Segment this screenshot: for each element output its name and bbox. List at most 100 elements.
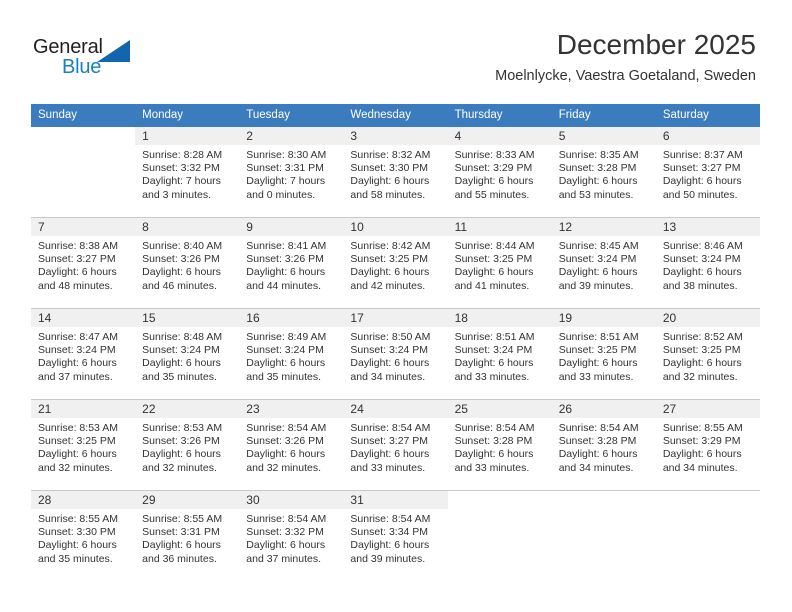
daylight-text-line2: and 34 minutes. xyxy=(558,461,634,474)
calendar-day[interactable]: 18 Sunrise: 8:51 AM Sunset: 3:24 PM Dayligh… xyxy=(447,309,552,398)
calendar-day[interactable]: 12 Sunrise: 8:45 AM Sunset: 3:24 PM Dayligh… xyxy=(551,218,656,307)
day-number: 24 xyxy=(343,400,448,418)
daylight-text-line2: and 42 minutes. xyxy=(350,279,426,292)
day-number: 16 xyxy=(239,309,344,327)
day-sun-info: Sunrise: 8:33 AM Sunset: 3:29 PM Daylight:… xyxy=(448,145,552,202)
sunset-text: Sunset: 3:26 PM xyxy=(246,253,324,266)
calendar-day-cell: 22 Sunrise: 8:53 AM Sunset: 3:26 PM Dayligh… xyxy=(135,400,240,491)
sunset-text: Sunset: 3:26 PM xyxy=(246,435,324,448)
calendar-day[interactable]: 21 Sunrise: 8:53 AM Sunset: 3:25 PM Dayligh… xyxy=(31,400,136,489)
calendar-day[interactable]: 3 Sunrise: 8:32 AM Sunset: 3:30 PM Daylight… xyxy=(343,127,448,216)
sunrise-text: Sunrise: 8:45 AM xyxy=(558,240,639,252)
calendar-day[interactable]: 22 Sunrise: 8:53 AM Sunset: 3:26 PM Dayligh… xyxy=(135,400,240,489)
sunrise-text: Sunrise: 8:53 AM xyxy=(142,422,223,434)
day-sun-info: Sunrise: 8:32 AM Sunset: 3:30 PM Daylight:… xyxy=(343,145,447,202)
sunset-text: Sunset: 3:30 PM xyxy=(38,526,116,539)
calendar-day-cell: 1 Sunrise: 8:28 AM Sunset: 3:32 PM Daylight… xyxy=(135,127,240,218)
calendar-day-cell xyxy=(31,127,135,218)
day-sun-info: Sunrise: 8:54 AM Sunset: 3:34 PM Daylight:… xyxy=(343,509,447,566)
daylight-text-line2: and 35 minutes. xyxy=(142,370,217,383)
calendar-day-cell: 11 Sunrise: 8:44 AM Sunset: 3:25 PM Dayligh… xyxy=(447,218,552,309)
calendar-day[interactable]: 24 Sunrise: 8:54 AM Sunset: 3:27 PM Dayligh… xyxy=(343,400,448,489)
calendar-day[interactable]: 17 Sunrise: 8:50 AM Sunset: 3:24 PM Dayligh… xyxy=(343,309,448,398)
sunrise-text: Sunrise: 8:54 AM xyxy=(350,422,431,434)
sunset-text: Sunset: 3:28 PM xyxy=(558,435,637,448)
daylight-text-line2: and 33 minutes. xyxy=(454,370,530,383)
day-sun-info: Sunrise: 8:47 AM Sunset: 3:24 PM Daylight:… xyxy=(31,327,135,384)
calendar-day[interactable]: 6 Sunrise: 8:37 AM Sunset: 3:27 PM Daylight… xyxy=(655,127,760,216)
calendar-week-row: 14 Sunrise: 8:47 AM Sunset: 3:24 PM Dayligh… xyxy=(31,309,760,400)
calendar-day[interactable]: 11 Sunrise: 8:44 AM Sunset: 3:25 PM Dayligh… xyxy=(447,218,552,307)
calendar-day[interactable]: 26 Sunrise: 8:54 AM Sunset: 3:28 PM Dayligh… xyxy=(551,400,656,489)
calendar-day-cell: 28 Sunrise: 8:55 AM Sunset: 3:30 PM Dayligh… xyxy=(31,491,136,581)
weekday-header-wednesday: Wednesday xyxy=(343,104,448,127)
daylight-text-line2: and 3 minutes. xyxy=(142,188,212,201)
day-number: 11 xyxy=(447,218,552,236)
calendar-day-empty xyxy=(31,127,135,216)
calendar-day[interactable]: 29 Sunrise: 8:55 AM Sunset: 3:31 PM Dayligh… xyxy=(135,491,240,580)
sunrise-text: Sunrise: 8:35 AM xyxy=(558,149,639,161)
sunset-text: Sunset: 3:32 PM xyxy=(246,526,324,539)
sunset-text: Sunset: 3:27 PM xyxy=(350,435,429,448)
sunrise-text: Sunrise: 8:37 AM xyxy=(662,149,743,161)
calendar-day[interactable]: 28 Sunrise: 8:55 AM Sunset: 3:30 PM Dayligh… xyxy=(31,491,136,580)
calendar-day[interactable]: 8 Sunrise: 8:40 AM Sunset: 3:26 PM Daylight… xyxy=(135,218,240,307)
calendar-day[interactable]: 1 Sunrise: 8:28 AM Sunset: 3:32 PM Daylight… xyxy=(135,127,240,216)
daylight-text-line1: Daylight: 6 hours xyxy=(558,266,638,279)
calendar-day[interactable]: 16 Sunrise: 8:49 AM Sunset: 3:24 PM Dayligh… xyxy=(239,309,344,398)
day-sun-info: Sunrise: 8:45 AM Sunset: 3:24 PM Daylight:… xyxy=(552,236,656,293)
day-number: 9 xyxy=(239,218,344,236)
logo-triangle-icon xyxy=(97,40,130,62)
logo-text-blue: Blue xyxy=(62,56,102,78)
daylight-text-line2: and 35 minutes. xyxy=(38,552,113,565)
day-sun-info: Sunrise: 8:44 AM Sunset: 3:25 PM Daylight:… xyxy=(448,236,552,293)
calendar-day[interactable]: 30 Sunrise: 8:54 AM Sunset: 3:32 PM Dayligh… xyxy=(239,491,344,580)
day-number: 5 xyxy=(551,127,656,145)
sunrise-text: Sunrise: 8:55 AM xyxy=(662,422,743,434)
day-number xyxy=(552,491,656,509)
daylight-text-line2: and 32 minutes. xyxy=(246,461,321,474)
daylight-text-line2: and 41 minutes. xyxy=(454,279,530,292)
calendar-day-cell: 25 Sunrise: 8:54 AM Sunset: 3:28 PM Dayligh… xyxy=(447,400,552,491)
calendar-day[interactable]: 9 Sunrise: 8:41 AM Sunset: 3:26 PM Daylight… xyxy=(239,218,344,307)
calendar-day-cell: 6 Sunrise: 8:37 AM Sunset: 3:27 PM Daylight… xyxy=(655,127,760,218)
day-number: 3 xyxy=(343,127,448,145)
calendar-day[interactable]: 13 Sunrise: 8:46 AM Sunset: 3:24 PM Dayligh… xyxy=(655,218,760,307)
day-sun-info: Sunrise: 8:42 AM Sunset: 3:25 PM Daylight:… xyxy=(343,236,447,293)
calendar-day-cell: 19 Sunrise: 8:51 AM Sunset: 3:25 PM Dayligh… xyxy=(551,309,656,400)
calendar-day[interactable]: 4 Sunrise: 8:33 AM Sunset: 3:29 PM Daylight… xyxy=(447,127,552,216)
day-number: 12 xyxy=(551,218,656,236)
calendar-day[interactable]: 31 Sunrise: 8:54 AM Sunset: 3:34 PM Dayligh… xyxy=(343,491,448,580)
calendar-day[interactable]: 5 Sunrise: 8:35 AM Sunset: 3:28 PM Daylight… xyxy=(551,127,656,216)
day-number: 6 xyxy=(655,127,760,145)
daylight-text-line1: Daylight: 6 hours xyxy=(662,175,742,188)
sunset-text: Sunset: 3:25 PM xyxy=(38,435,116,448)
day-number: 1 xyxy=(135,127,240,145)
calendar-day[interactable]: 2 Sunrise: 8:30 AM Sunset: 3:31 PM Daylight… xyxy=(239,127,344,216)
day-sun-info: Sunrise: 8:50 AM Sunset: 3:24 PM Daylight:… xyxy=(343,327,447,384)
calendar-day-cell: 30 Sunrise: 8:54 AM Sunset: 3:32 PM Dayligh… xyxy=(239,491,344,581)
day-sun-info: Sunrise: 8:54 AM Sunset: 3:28 PM Daylight:… xyxy=(552,418,656,475)
daylight-text-line1: Daylight: 6 hours xyxy=(558,175,638,188)
day-sun-info: Sunrise: 8:54 AM Sunset: 3:27 PM Daylight:… xyxy=(343,418,447,475)
weekday-header-friday: Friday xyxy=(551,104,656,127)
generalblue-logo[interactable]: General Blue xyxy=(33,36,153,82)
calendar-day[interactable]: 25 Sunrise: 8:54 AM Sunset: 3:28 PM Dayligh… xyxy=(447,400,552,489)
calendar-day[interactable]: 15 Sunrise: 8:48 AM Sunset: 3:24 PM Dayligh… xyxy=(135,309,240,398)
daylight-text-line2: and 32 minutes. xyxy=(662,370,738,383)
day-number: 22 xyxy=(135,400,240,418)
calendar-day[interactable]: 7 Sunrise: 8:38 AM Sunset: 3:27 PM Daylight… xyxy=(31,218,136,307)
calendar-day[interactable]: 19 Sunrise: 8:51 AM Sunset: 3:25 PM Dayligh… xyxy=(551,309,656,398)
sunrise-text: Sunrise: 8:49 AM xyxy=(246,331,327,343)
calendar-day-cell: 3 Sunrise: 8:32 AM Sunset: 3:30 PM Daylight… xyxy=(343,127,448,218)
weekday-header-thursday: Thursday xyxy=(447,104,552,127)
day-sun-info: Sunrise: 8:41 AM Sunset: 3:26 PM Daylight:… xyxy=(239,236,343,293)
calendar-day[interactable]: 27 Sunrise: 8:55 AM Sunset: 3:29 PM Dayligh… xyxy=(655,400,760,489)
calendar-day[interactable]: 14 Sunrise: 8:47 AM Sunset: 3:24 PM Dayligh… xyxy=(31,309,136,398)
daylight-text-line1: Daylight: 6 hours xyxy=(38,266,117,279)
calendar-day[interactable]: 23 Sunrise: 8:54 AM Sunset: 3:26 PM Dayligh… xyxy=(239,400,344,489)
calendar-day[interactable]: 10 Sunrise: 8:42 AM Sunset: 3:25 PM Dayligh… xyxy=(343,218,448,307)
day-number: 21 xyxy=(31,400,136,418)
calendar-day-cell: 24 Sunrise: 8:54 AM Sunset: 3:27 PM Dayligh… xyxy=(343,400,448,491)
calendar-day[interactable]: 20 Sunrise: 8:52 AM Sunset: 3:25 PM Dayligh… xyxy=(655,309,760,398)
